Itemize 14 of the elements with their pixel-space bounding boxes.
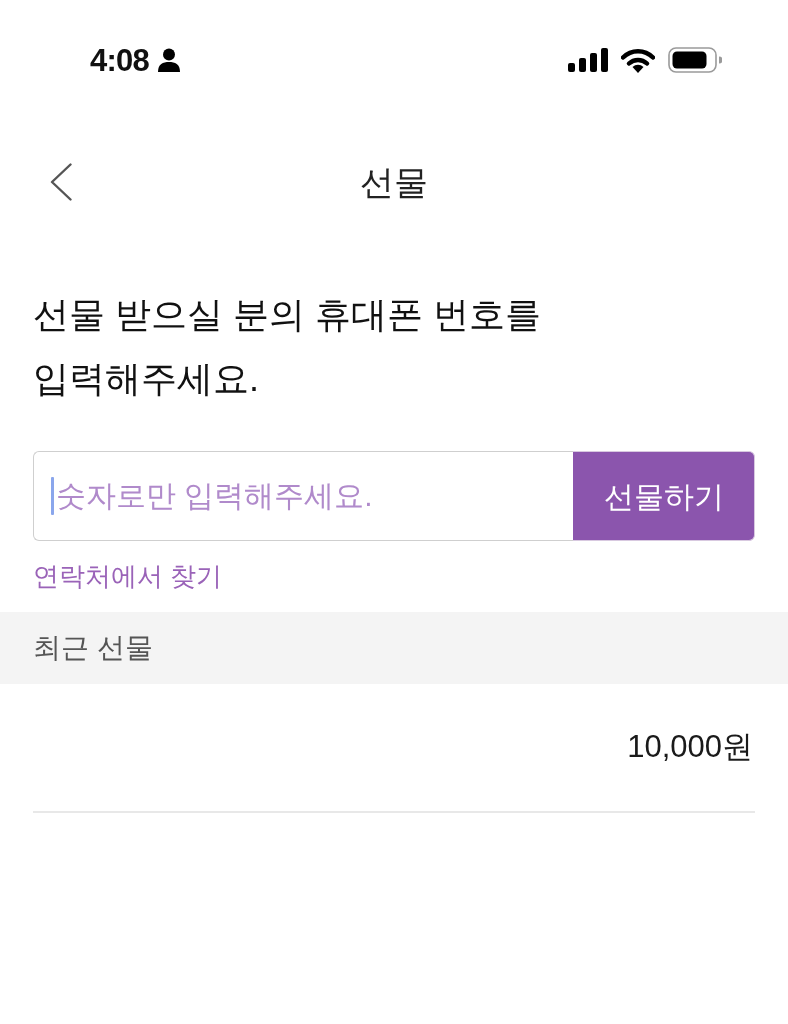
back-button[interactable]	[48, 161, 74, 203]
gift-amount: 10,000원	[627, 728, 753, 767]
prompt-text: 선물 받으실 분의 휴대폰 번호를 입력해주세요.	[33, 293, 541, 401]
section-title: 최근 선물	[33, 631, 153, 665]
signal-icon	[568, 48, 608, 72]
wifi-icon	[621, 47, 655, 73]
back-icon	[50, 163, 72, 201]
gift-submit-button[interactable]: 선물하기	[573, 451, 755, 541]
phone-input-field[interactable]: 숫자로만 입력해주세요.	[33, 451, 573, 541]
person-icon	[157, 48, 180, 72]
find-in-contacts-link[interactable]: 연락처에서 찾기	[33, 558, 223, 594]
status-time: 4:08	[90, 44, 149, 76]
battery-icon	[668, 47, 722, 73]
page-title: 선물	[360, 162, 428, 203]
